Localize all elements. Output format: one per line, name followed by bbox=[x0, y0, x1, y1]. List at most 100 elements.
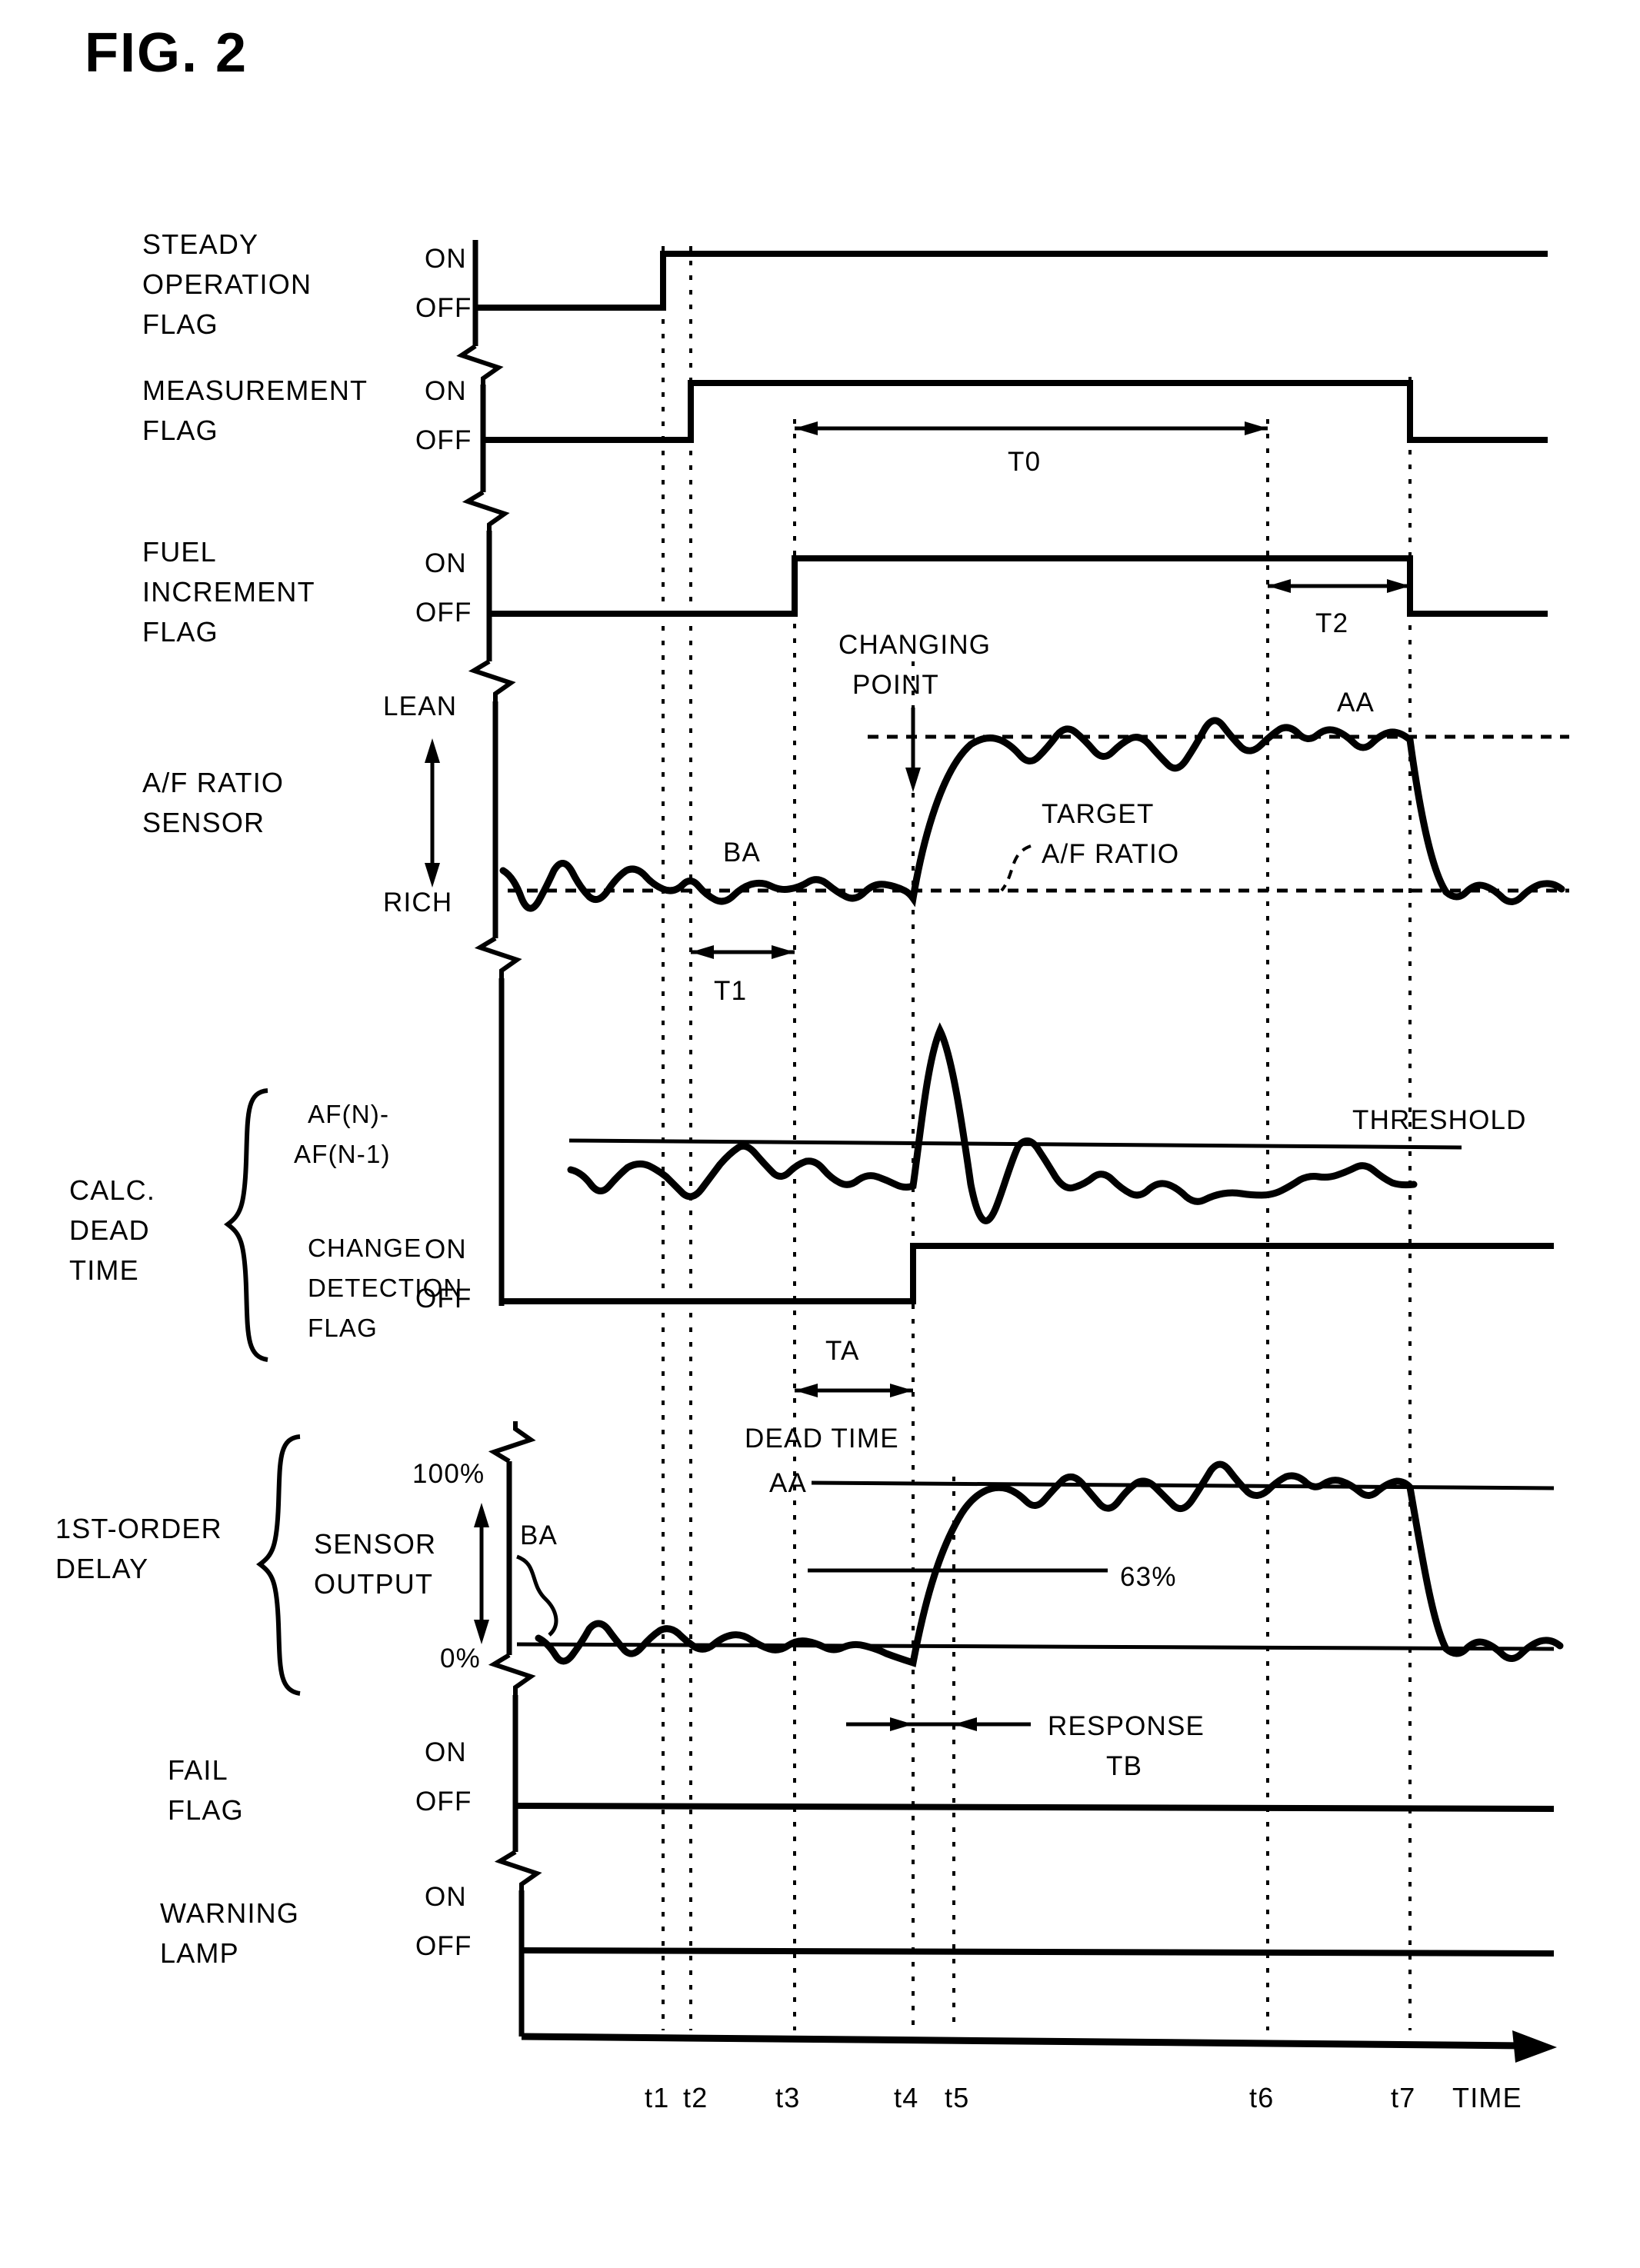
level-off-fail: OFF bbox=[415, 1787, 472, 1817]
tick-label-t6: t6 bbox=[1249, 2082, 1274, 2113]
tick-label-t2: t2 bbox=[683, 2082, 708, 2113]
level-on-fail: ON bbox=[425, 1737, 467, 1767]
dimension-label-tb-1: RESPONSE bbox=[1048, 1711, 1205, 1741]
level-on-fuel: ON bbox=[425, 548, 467, 578]
group-label-delay-2: DELAY bbox=[55, 1553, 148, 1584]
level-off-steady: OFF bbox=[415, 293, 472, 323]
changing-point-leader bbox=[905, 708, 921, 792]
axis-break-4 bbox=[474, 936, 522, 978]
ba-leader-line bbox=[516, 1554, 558, 1637]
row-label-measurement-1: MEASUREMENT bbox=[142, 375, 368, 406]
row-label-steady-1: STEADY bbox=[142, 228, 258, 260]
target-leader-line bbox=[1000, 844, 1032, 892]
row-fuel-increment-flag: FUEL INCREMENT FLAG ON OFF T2 bbox=[142, 531, 1548, 701]
axis-break-3 bbox=[468, 659, 516, 701]
waveform-measurement-flag bbox=[483, 380, 1548, 443]
annotation-target-1: TARGET bbox=[1042, 799, 1155, 829]
annotation-changing-point-1: CHANGING bbox=[838, 630, 991, 660]
row-steady-operation-flag: STEADY OPERATION FLAG ON OFF bbox=[142, 228, 1548, 385]
row-label-measurement-2: FLAG bbox=[142, 415, 218, 446]
level-100-percent: 100% bbox=[412, 1459, 485, 1489]
group-label-delay-1: 1ST-ORDER bbox=[55, 1513, 222, 1544]
level-lean: LEAN bbox=[383, 691, 457, 721]
annotation-dead-time: DEAD TIME bbox=[745, 1424, 899, 1454]
level-on-change: ON bbox=[425, 1234, 467, 1264]
group-label-calc-2: DEAD bbox=[69, 1214, 150, 1246]
tick-label-t7: t7 bbox=[1391, 2082, 1415, 2113]
zero-level-line bbox=[516, 1642, 1555, 1651]
annotation-changing-point-2: POINT bbox=[852, 670, 939, 700]
level-off-change: OFF bbox=[415, 1284, 472, 1314]
tick-label-t1: t1 bbox=[645, 2082, 669, 2113]
row-af-ratio-sensor: A/F RATIO SENSOR LEAN RICH BA AA CHANGIN… bbox=[142, 630, 1569, 1006]
waveform-warning-lamp bbox=[521, 1947, 1555, 1957]
annotation-63-percent: 63% bbox=[1120, 1562, 1177, 1592]
axis-break-1 bbox=[456, 344, 504, 385]
row-label-fuel-1: FUEL bbox=[142, 536, 217, 568]
row-label-fail-2: FLAG bbox=[168, 1794, 244, 1826]
group-label-calc-3: TIME bbox=[69, 1254, 139, 1286]
waveform-af-difference bbox=[567, 1022, 1418, 1224]
level-off-measurement: OFF bbox=[415, 425, 472, 455]
timing-diagram: STEADY OPERATION FLAG ON OFF MEASUREMENT… bbox=[55, 228, 1569, 2113]
dimension-label-t0: T0 bbox=[1008, 447, 1041, 477]
row-label-sensor-2: OUTPUT bbox=[314, 1568, 433, 1600]
dimension-ta: TA bbox=[795, 1336, 913, 1397]
row-label-chg-3: FLAG bbox=[308, 1314, 378, 1342]
waveform-steady-operation-flag bbox=[475, 251, 1548, 311]
group-label-calc-1: CALC. bbox=[69, 1174, 155, 1206]
axis-break-8 bbox=[494, 1850, 542, 1890]
dimension-tb: RESPONSE TB bbox=[846, 1711, 1205, 1781]
row-label-af-2: SENSOR bbox=[142, 807, 265, 838]
waveform-af-ratio-sensor bbox=[499, 717, 1565, 912]
tick-label-t5: t5 bbox=[945, 2082, 969, 2113]
time-gridlines bbox=[662, 246, 1412, 2030]
waveform-change-detection-flag bbox=[502, 1243, 1554, 1304]
dimension-t2: T2 bbox=[1268, 579, 1410, 638]
row-label-afdiff-2: AF(N-1) bbox=[294, 1140, 391, 1168]
annotation-ba-sensor: BA bbox=[520, 1520, 558, 1550]
level-off-warning: OFF bbox=[415, 1931, 472, 1961]
row-change-detection-flag: CHANGE DETECTION FLAG ON OFF TA DEAD TIM… bbox=[308, 1234, 1554, 1454]
group-first-order-delay: 1ST-ORDER DELAY bbox=[55, 1434, 301, 1696]
brace-calc-dead-time bbox=[224, 1088, 268, 1362]
row-label-warning-1: WARNING bbox=[160, 1897, 299, 1929]
dimension-label-t1: T1 bbox=[714, 976, 747, 1006]
level-on-measurement: ON bbox=[425, 376, 467, 406]
aa-level-line bbox=[811, 1480, 1555, 1490]
row-label-warning-2: LAMP bbox=[160, 1937, 239, 1969]
dimension-label-t2: T2 bbox=[1315, 608, 1348, 638]
lean-rich-arrow bbox=[425, 738, 440, 888]
sensor-output-arrow bbox=[474, 1503, 489, 1644]
tick-label-t3: t3 bbox=[775, 2082, 800, 2113]
row-label-fuel-3: FLAG bbox=[142, 616, 218, 648]
dimension-t0: T0 bbox=[795, 421, 1268, 477]
annotation-target-2: A/F RATIO bbox=[1042, 839, 1179, 869]
dimension-label-tb-2: TB bbox=[1106, 1751, 1142, 1781]
axis-break-7a bbox=[488, 1421, 536, 1464]
level-rich: RICH bbox=[383, 888, 452, 918]
row-label-steady-2: OPERATION bbox=[142, 268, 312, 300]
brace-first-order-delay bbox=[256, 1434, 301, 1696]
level-off-fuel: OFF bbox=[415, 598, 472, 628]
axis-break-7b bbox=[488, 1653, 536, 1695]
row-label-fuel-2: INCREMENT bbox=[142, 576, 315, 608]
group-calc-dead-time: CALC. DEAD TIME bbox=[69, 1088, 268, 1362]
annotation-threshold: THRESHOLD bbox=[1352, 1105, 1527, 1135]
tick-label-t4: t4 bbox=[894, 2082, 918, 2113]
annotation-aa-sensor: AA bbox=[769, 1468, 807, 1498]
row-label-steady-3: FLAG bbox=[142, 308, 218, 340]
row-label-af-1: A/F RATIO bbox=[142, 767, 284, 798]
axis-break-2 bbox=[462, 490, 510, 531]
row-warning-lamp: WARNING LAMP ON OFF bbox=[160, 1882, 1555, 2037]
axis-label-time: TIME bbox=[1452, 2082, 1522, 2113]
level-0-percent: 0% bbox=[440, 1644, 481, 1674]
row-label-sensor-1: SENSOR bbox=[314, 1528, 436, 1560]
row-sensor-output: SENSOR OUTPUT 100% 0% AA 63% BA RESPONSE… bbox=[314, 1421, 1564, 1781]
dimension-label-ta: TA bbox=[825, 1336, 860, 1366]
annotation-ba-af: BA bbox=[723, 838, 761, 868]
dimension-t1: T1 bbox=[691, 945, 795, 1006]
annotation-aa-af: AA bbox=[1337, 688, 1375, 718]
row-label-chg-1: CHANGE bbox=[308, 1234, 422, 1262]
row-measurement-flag: MEASUREMENT FLAG ON OFF T0 bbox=[142, 375, 1548, 531]
